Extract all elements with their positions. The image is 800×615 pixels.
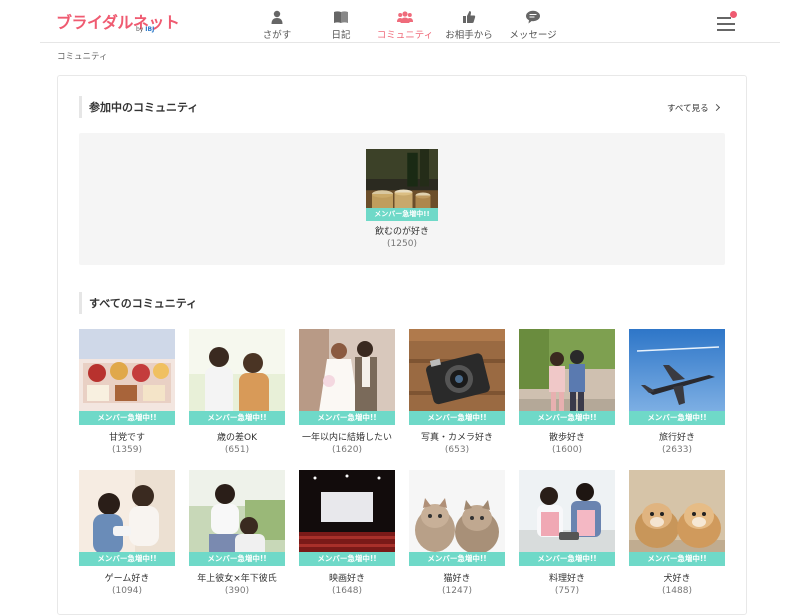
community-name: 歳の差OK: [217, 433, 257, 443]
community-thumb: メンバー急増中!!: [79, 470, 175, 566]
community-thumb: メンバー急増中!!: [299, 470, 395, 566]
community-thumb: メンバー急増中!!: [629, 329, 725, 425]
logo-sub: by IBJ: [136, 26, 155, 33]
community-thumb: メンバー急増中!!: [79, 329, 175, 425]
trending-badge: メンバー急増中!!: [299, 552, 395, 566]
member-count: (1250): [387, 239, 417, 249]
trending-badge: メンバー急増中!!: [629, 552, 725, 566]
community-tile[interactable]: メンバー急増中!! 旅行好き (2633): [629, 329, 725, 456]
community-name: 料理好き: [548, 574, 585, 584]
chat-bubble-icon: [526, 10, 540, 24]
notification-dot: [730, 11, 737, 18]
community-tile[interactable]: メンバー急増中!! 甘党です (1359): [79, 329, 175, 456]
nav-label: メッセージ: [509, 30, 557, 41]
community-name: 旅行好き: [658, 433, 695, 443]
trending-badge: メンバー急増中!!: [79, 552, 175, 566]
community-name: 映画好き: [328, 574, 365, 584]
community-thumb: メンバー急増中!!: [629, 470, 725, 566]
trending-badge: メンバー急増中!!: [189, 411, 285, 425]
community-name: 飲むのが好き: [374, 227, 429, 237]
member-count: (1620): [332, 445, 362, 455]
community-tile[interactable]: メンバー急増中!! 歳の差OK (651): [189, 329, 285, 456]
nav-message[interactable]: メッセージ: [501, 8, 565, 42]
nav-label: コミュニティ: [376, 30, 434, 41]
trending-badge: メンバー急増中!!: [189, 552, 285, 566]
community-thumb: メンバー急増中!!: [409, 470, 505, 566]
nav-from-partner[interactable]: お相手から: [437, 8, 501, 42]
trending-badge: メンバー急増中!!: [409, 411, 505, 425]
trending-badge: メンバー急増中!!: [366, 208, 438, 221]
member-count: (1247): [442, 586, 472, 596]
see-all-link[interactable]: すべて見る: [667, 102, 720, 114]
community-thumb: メンバー急増中!!: [366, 149, 438, 221]
community-tile[interactable]: メンバー急増中!! 飲むのが好き (1250): [366, 149, 438, 250]
community-tile[interactable]: メンバー急増中!! 料理好き (757): [519, 470, 615, 597]
trending-badge: メンバー急増中!!: [409, 552, 505, 566]
trending-badge: メンバー急増中!!: [629, 411, 725, 425]
community-tile[interactable]: メンバー急増中!! 犬好き (1488): [629, 470, 725, 597]
community-name: 年上彼女×年下彼氏: [197, 574, 277, 584]
logo-text: ブライダルネット: [56, 13, 180, 32]
trending-badge: メンバー急増中!!: [519, 411, 615, 425]
community-thumb: メンバー急増中!!: [189, 329, 285, 425]
member-count: (651): [224, 445, 250, 455]
nav-community[interactable]: コミュニティ: [373, 8, 437, 42]
community-name: 写真・カメラ好き: [420, 433, 493, 443]
community-thumb: メンバー急増中!!: [409, 329, 505, 425]
community-thumb: メンバー急増中!!: [519, 470, 615, 566]
chevron-right-icon: [712, 103, 720, 112]
member-count: (1600): [552, 445, 582, 455]
main-nav: さがす 日記 コミュニティ お相手から メッセージ: [245, 8, 565, 42]
nav-label: さがす: [262, 30, 292, 41]
member-count: (1094): [112, 586, 142, 596]
nav-diary[interactable]: 日記: [309, 8, 373, 42]
community-tile[interactable]: メンバー急増中!! 一年以内に結婚したい (1620): [299, 329, 395, 456]
community-tile[interactable]: メンバー急増中!! 写真・カメラ好き (653): [409, 329, 505, 456]
section-title: 参加中のコミュニティ: [89, 101, 199, 114]
community-tile[interactable]: メンバー急増中!! 散歩好き (1600): [519, 329, 615, 456]
member-count: (1488): [662, 586, 692, 596]
book-icon: [334, 11, 348, 23]
community-name: ゲーム好き: [104, 574, 150, 584]
all-section-header: すべてのコミュニティ: [79, 292, 197, 314]
trending-badge: メンバー急増中!!: [519, 552, 615, 566]
community-name: 犬好き: [663, 574, 691, 584]
header-divider: [40, 42, 780, 43]
community-tile[interactable]: メンバー急増中!! 年上彼女×年下彼氏 (390): [189, 470, 285, 597]
member-count: (390): [224, 586, 250, 596]
member-count: (1648): [332, 586, 362, 596]
community-name: 散歩好き: [548, 433, 585, 443]
trending-badge: メンバー急増中!!: [299, 411, 395, 425]
member-count: (653): [444, 445, 470, 455]
community-thumb: メンバー急増中!!: [519, 329, 615, 425]
see-all-label: すべて見る: [667, 104, 709, 114]
group-icon: [397, 11, 413, 23]
community-name: 一年以内に結婚したい: [301, 433, 392, 443]
community-thumb: メンバー急増中!!: [299, 329, 395, 425]
member-count: (757): [554, 586, 580, 596]
member-count: (2633): [662, 445, 692, 455]
header: ブライダルネット by IBJ さがす 日記 コミュニティ お相手から メッセー…: [0, 0, 800, 43]
trending-badge: メンバー急増中!!: [79, 411, 175, 425]
logo[interactable]: ブライダルネット by IBJ: [56, 9, 180, 39]
nav-label: お相手から: [445, 30, 493, 41]
nav-label: 日記: [331, 30, 351, 41]
community-name: 甘党です: [108, 433, 145, 443]
community-thumb: メンバー急増中!!: [189, 470, 285, 566]
section-title: すべてのコミュニティ: [89, 297, 198, 310]
nav-search[interactable]: さがす: [245, 8, 309, 42]
community-tile[interactable]: メンバー急増中!! ゲーム好き (1094): [79, 470, 175, 597]
joined-section-header: 参加中のコミュニティ: [79, 96, 198, 118]
community-tile[interactable]: メンバー急増中!! 猫好き (1247): [409, 470, 505, 597]
community-name: 猫好き: [443, 574, 471, 584]
person-icon: [271, 10, 283, 24]
member-count: (1359): [112, 445, 142, 455]
community-tile[interactable]: メンバー急増中!! 映画好き (1648): [299, 470, 395, 597]
breadcrumb[interactable]: コミュニティ: [57, 50, 108, 62]
thumbs-up-icon: [463, 11, 476, 23]
